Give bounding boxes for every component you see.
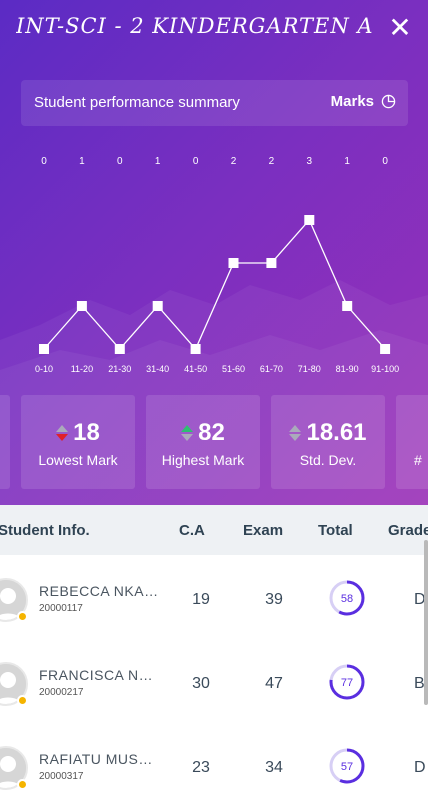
- data-label: 1: [155, 156, 161, 167]
- student-id: 20000317: [39, 771, 84, 782]
- data-label: 3: [307, 156, 313, 167]
- scrollbar[interactable]: [424, 540, 428, 705]
- exam-score: 34: [265, 759, 283, 776]
- data-point[interactable]: [152, 301, 163, 311]
- x-tick-label: 81-90: [336, 364, 359, 374]
- column-grade[interactable]: Grade: [388, 522, 428, 539]
- lowest-mark-value: 18: [73, 419, 100, 446]
- trend-down-icon: [56, 425, 69, 441]
- lowest-mark-label: Lowest Mark: [38, 452, 118, 468]
- screen: INT-SCI - 2 KINDERGARTEN A ✕ Student per…: [0, 0, 428, 800]
- grade: D: [414, 759, 426, 776]
- column-exam[interactable]: Exam: [243, 522, 283, 539]
- sort-icon: [289, 425, 302, 441]
- x-tick-label: 91-100: [371, 364, 399, 374]
- marks-toggle-label: Marks: [330, 93, 374, 110]
- ca-score: 23: [192, 759, 210, 776]
- x-tick-label: 11-20: [71, 364, 93, 374]
- x-tick-label: 31-40: [146, 364, 169, 374]
- status-dot: [17, 611, 28, 622]
- ca-score: 19: [192, 591, 210, 608]
- column-ca[interactable]: C.A: [179, 522, 205, 539]
- x-tick-label: 41-50: [184, 364, 207, 374]
- x-tick-label: 61-70: [260, 364, 283, 374]
- close-icon[interactable]: ✕: [386, 14, 414, 42]
- highest-mark-label: Highest Mark: [161, 452, 245, 468]
- data-point[interactable]: [39, 344, 49, 354]
- total-score-ring: 58: [329, 580, 365, 616]
- trend-up-icon: [181, 425, 194, 441]
- x-tick-label: 71-80: [298, 364, 321, 374]
- table-row[interactable]: FRANCISCA N… 20000217 30 47 77 B: [0, 641, 428, 725]
- summary-card: Student performance summary Marks: [21, 80, 408, 126]
- student-name[interactable]: FRANCISCA N…: [39, 667, 153, 683]
- student-name[interactable]: REBECCA NKA…: [39, 583, 159, 599]
- stat-card-previous: [0, 395, 10, 489]
- data-label: 0: [41, 156, 47, 167]
- data-point[interactable]: [266, 258, 277, 268]
- marks-distribution-chart: 0 0-10 1 11-20 0 21-30 1 31-40 0 41-50 2 51-60 2 61-7…: [35, 156, 399, 374]
- x-tick-label: 21-30: [108, 364, 131, 374]
- student-id: 20000217: [39, 687, 84, 698]
- stat-card-lowest: 18 Lowest Mark: [21, 395, 135, 489]
- status-dot: [17, 779, 28, 790]
- summary-title: Student performance summary: [34, 94, 240, 111]
- data-point[interactable]: [342, 301, 353, 311]
- marks-toggle-button[interactable]: Marks: [331, 93, 396, 110]
- total-score-ring: 57: [329, 748, 365, 784]
- table-row[interactable]: RAFIATU MUS… 20000317 23 34 57 D: [0, 725, 428, 800]
- data-label: 1: [344, 156, 350, 167]
- count-label: #: [414, 452, 422, 468]
- column-student-info[interactable]: Student Info.: [0, 522, 90, 539]
- stat-card-highest: 82 Highest Mark: [146, 395, 260, 489]
- data-point[interactable]: [380, 344, 391, 354]
- total-score: 57: [341, 761, 353, 773]
- stat-card-std-dev: 18.61 Std. Dev.: [271, 395, 385, 489]
- data-point[interactable]: [190, 344, 201, 354]
- stat-card-count: #: [396, 395, 428, 489]
- data-label: 0: [193, 156, 199, 167]
- status-dot: [17, 695, 28, 706]
- header-panel: INT-SCI - 2 KINDERGARTEN A ✕ Student per…: [0, 0, 428, 505]
- x-tick-label: 51-60: [222, 364, 245, 374]
- exam-score: 47: [265, 675, 283, 692]
- ca-score: 30: [192, 675, 210, 692]
- highest-mark-value: 82: [198, 419, 225, 446]
- x-tick-label: 0-10: [35, 364, 53, 374]
- data-label: 0: [117, 156, 123, 167]
- data-point[interactable]: [304, 215, 315, 225]
- page-title: INT-SCI - 2 KINDERGARTEN A: [16, 14, 374, 38]
- total-score-ring: 77: [329, 664, 365, 700]
- column-total[interactable]: Total: [318, 522, 353, 539]
- data-label: 0: [382, 156, 388, 167]
- student-id: 20000117: [39, 603, 83, 614]
- exam-score: 39: [265, 591, 283, 608]
- table-row[interactable]: REBECCA NKA… 20000117 19 39 58 D: [0, 557, 428, 641]
- total-score: 58: [341, 593, 353, 605]
- std-dev-label: Std. Dev.: [299, 452, 357, 468]
- student-name[interactable]: RAFIATU MUS…: [39, 751, 153, 767]
- data-point[interactable]: [228, 258, 239, 268]
- std-dev-value: 18.61: [306, 419, 367, 446]
- pie-chart-icon: [381, 94, 396, 109]
- data-point[interactable]: [76, 301, 87, 311]
- data-label: 1: [79, 156, 85, 167]
- total-score: 77: [341, 677, 353, 689]
- table-header: Student Info. C.A Exam Total Grade: [0, 505, 428, 555]
- data-label: 2: [231, 156, 237, 167]
- data-point[interactable]: [114, 344, 125, 354]
- series-line: [43, 218, 386, 351]
- data-label: 2: [269, 156, 275, 167]
